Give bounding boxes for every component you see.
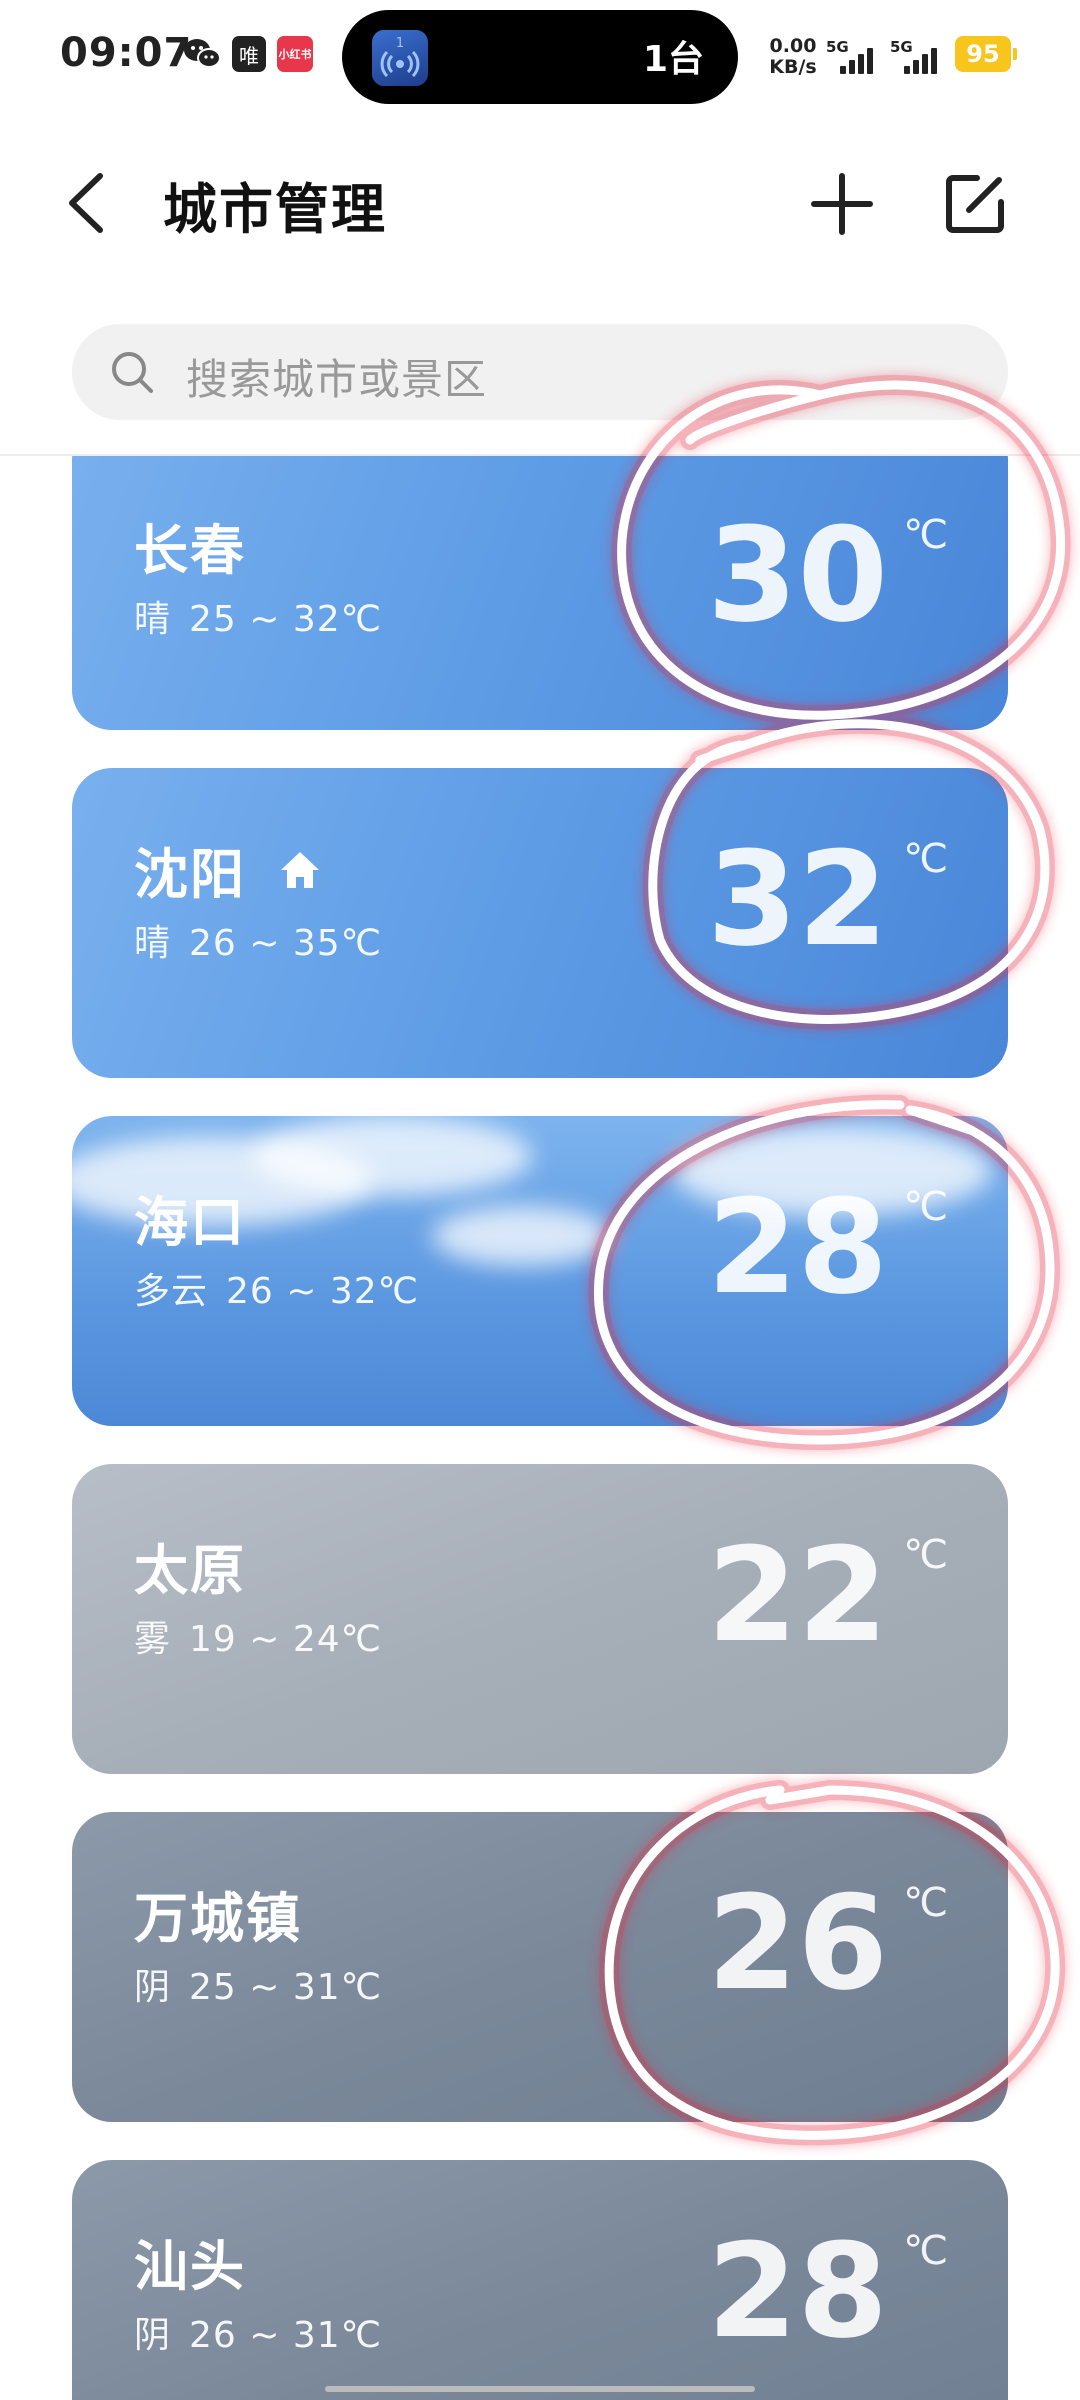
city-condition: 雾 — [134, 1619, 172, 1660]
city-temp-unit: ℃ — [903, 836, 948, 882]
dynamic-island[interactable]: 1 1台 — [342, 10, 738, 104]
city-name: 汕头 — [134, 2235, 246, 2298]
svg-text:1: 1 — [396, 36, 404, 51]
edit-icon[interactable] — [943, 172, 1007, 236]
city-temp: 28 — [707, 2215, 888, 2367]
search-icon — [108, 348, 156, 396]
vip-app-icon: 唯 — [232, 36, 266, 72]
city-temp-unit: ℃ — [903, 2228, 948, 2274]
city-range: 晴 26 ~ 35℃ — [134, 914, 382, 966]
city-name: 太原 — [134, 1539, 246, 1602]
search-input[interactable]: 搜索城市或景区 — [72, 324, 1008, 420]
island-app-icon: 1 — [372, 30, 428, 86]
add-city-icon[interactable] — [810, 172, 874, 236]
cloud-decoration — [432, 1206, 612, 1266]
city-condition: 多云 — [134, 1271, 209, 1312]
city-name: 万城镇 — [134, 1887, 302, 1950]
city-card[interactable]: 万城镇 阴 25 ~ 31℃ 26 ℃ — [72, 1812, 1008, 2122]
city-temp: 26 — [707, 1867, 888, 2019]
battery-icon: 95 — [955, 36, 1017, 72]
city-card[interactable]: 长春 晴 25 ~ 32℃ 30 ℃ — [72, 456, 1008, 730]
status-bar: 09:07 唯 小红书 1 1台 0.00 KB/s 5G 5G 95 — [0, 0, 1080, 110]
cloud-decoration — [252, 1116, 532, 1196]
city-temp-range: 25 ~ 31℃ — [189, 1967, 383, 2008]
city-range: 雾 19 ~ 24℃ — [134, 1610, 382, 1662]
search-placeholder: 搜索城市或景区 — [186, 355, 488, 404]
net-speed: 0.00 KB/s — [765, 36, 821, 78]
city-condition: 晴 — [134, 599, 172, 640]
city-range: 阴 26 ~ 31℃ — [134, 2306, 382, 2358]
city-range: 多云 26 ~ 32℃ — [134, 1262, 419, 1314]
city-temp: 28 — [707, 1171, 888, 1323]
net-speed-unit: KB/s — [769, 56, 817, 78]
city-temp-unit: ℃ — [903, 1184, 948, 1230]
signal-1-icon: 5G — [826, 38, 884, 74]
city-temp-unit: ℃ — [903, 1532, 948, 1578]
city-temp-unit: ℃ — [903, 1880, 948, 1926]
city-temp-range: 19 ~ 24℃ — [189, 1619, 383, 1660]
city-card[interactable]: 沈阳 晴 26 ~ 35℃ 32 ℃ — [72, 768, 1008, 1078]
city-temp-range: 26 ~ 32℃ — [226, 1271, 420, 1312]
home-indicator[interactable] — [325, 2386, 755, 2392]
city-temp: 30 — [707, 499, 888, 651]
city-condition: 阴 — [134, 2315, 172, 2356]
island-label: 1台 — [642, 39, 704, 80]
home-icon — [277, 848, 323, 894]
net-speed-value: 0.00 — [769, 35, 817, 57]
wechat-icon — [183, 36, 221, 72]
city-temp-range: 26 ~ 35℃ — [189, 923, 383, 964]
city-range: 阴 25 ~ 31℃ — [134, 1958, 382, 2010]
page-title: 城市管理 — [163, 178, 387, 241]
city-condition: 晴 — [134, 923, 172, 964]
city-name: 海口 — [134, 1191, 246, 1254]
city-temp: 22 — [707, 1519, 888, 1671]
city-name: 长春 — [134, 519, 246, 582]
city-temp: 32 — [707, 823, 888, 975]
city-card[interactable]: 汕头 阴 26 ~ 31℃ 28 ℃ — [72, 2160, 1008, 2400]
city-range: 晴 25 ~ 32℃ — [134, 590, 382, 642]
city-condition: 阴 — [134, 1967, 172, 2008]
city-temp-unit: ℃ — [903, 512, 948, 558]
xiaohongshu-app-icon: 小红书 — [277, 36, 313, 72]
signal-2-icon: 5G — [890, 38, 948, 74]
city-name: 沈阳 — [134, 843, 246, 906]
back-arrow-icon[interactable] — [62, 168, 110, 238]
city-temp-range: 26 ~ 31℃ — [189, 2315, 383, 2356]
city-temp-range: 25 ~ 32℃ — [189, 599, 383, 640]
status-time: 09:07 — [60, 30, 193, 76]
city-list[interactable]: 长春 晴 25 ~ 32℃ 30 ℃ 沈阳 晴 26 ~ 35℃ 32 ℃ 海口 多… — [0, 456, 1080, 2400]
city-card[interactable]: 太原 雾 19 ~ 24℃ 22 ℃ — [72, 1464, 1008, 1774]
city-card[interactable]: 海口 多云 26 ~ 32℃ 28 ℃ — [72, 1116, 1008, 1426]
